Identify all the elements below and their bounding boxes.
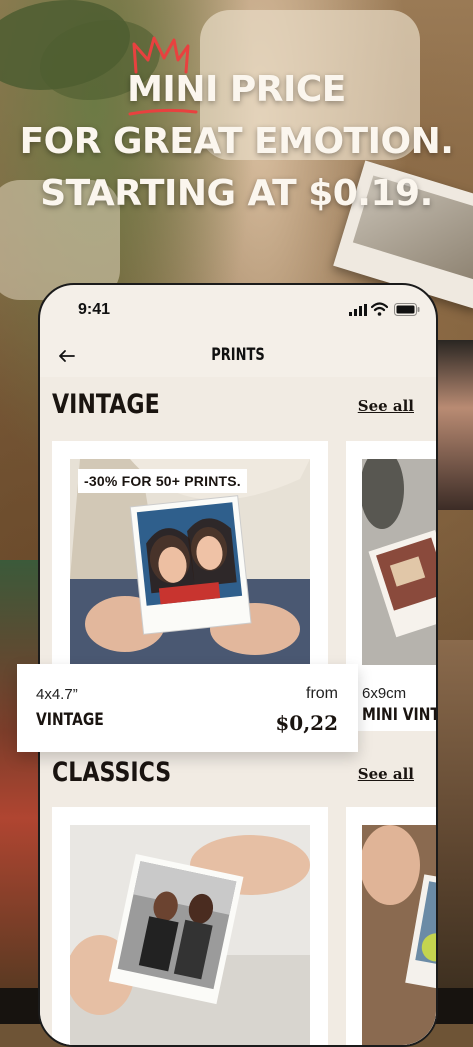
product-card-mini-vintage[interactable]: 6x9cm MINI VINTAGE: [346, 441, 438, 731]
vintage-name: VINTAGE: [36, 710, 104, 730]
vintage-size: 4x4.7”: [36, 686, 78, 703]
see-all-classics-link[interactable]: See all: [358, 765, 414, 783]
product-image-classics-2: [362, 825, 436, 1045]
section-title-classics: CLASSICS: [52, 757, 172, 788]
product-card-classics[interactable]: [52, 807, 328, 1045]
wifi-icon: [371, 302, 388, 316]
headline-line-3: STARTING AT $0.19.: [40, 173, 433, 214]
mini-vintage-name: MINI VINTAGE: [362, 705, 438, 725]
product-image-mini-vintage: [362, 459, 436, 665]
headline: MINI PRICE FOR GREAT EMOTION. STARTING A…: [0, 64, 473, 220]
battery-icon: [394, 303, 420, 316]
section-header-vintage: VINTAGE See all: [52, 389, 414, 429]
cellular-signal-icon: [349, 304, 367, 316]
discount-badge: -30% FOR 50+ PRINTS.: [78, 469, 247, 493]
product-image-classics: [70, 825, 310, 1045]
headline-line-1: MINI PRICE: [127, 69, 346, 110]
nav-bar: PRINTS: [40, 335, 436, 377]
product-card-classics-2[interactable]: [346, 807, 436, 1045]
vintage-price: $0,22: [275, 711, 338, 735]
vintage-info-box[interactable]: 4x4.7” VINTAGE from $0,22: [17, 664, 358, 752]
headline-line-2: FOR GREAT EMOTION.: [19, 121, 454, 162]
see-all-vintage-link[interactable]: See all: [358, 397, 414, 415]
price-from-label: from: [306, 685, 338, 702]
section-header-classics: CLASSICS See all: [52, 757, 414, 797]
status-bar: 9:41: [40, 285, 436, 335]
status-time: 9:41: [78, 301, 111, 318]
page-title: PRINTS: [211, 345, 265, 365]
mini-vintage-size: 6x9cm: [362, 685, 407, 702]
section-title-vintage: VINTAGE: [52, 389, 160, 420]
product-image-vintage: -30% FOR 50+ PRINTS.: [70, 459, 310, 665]
